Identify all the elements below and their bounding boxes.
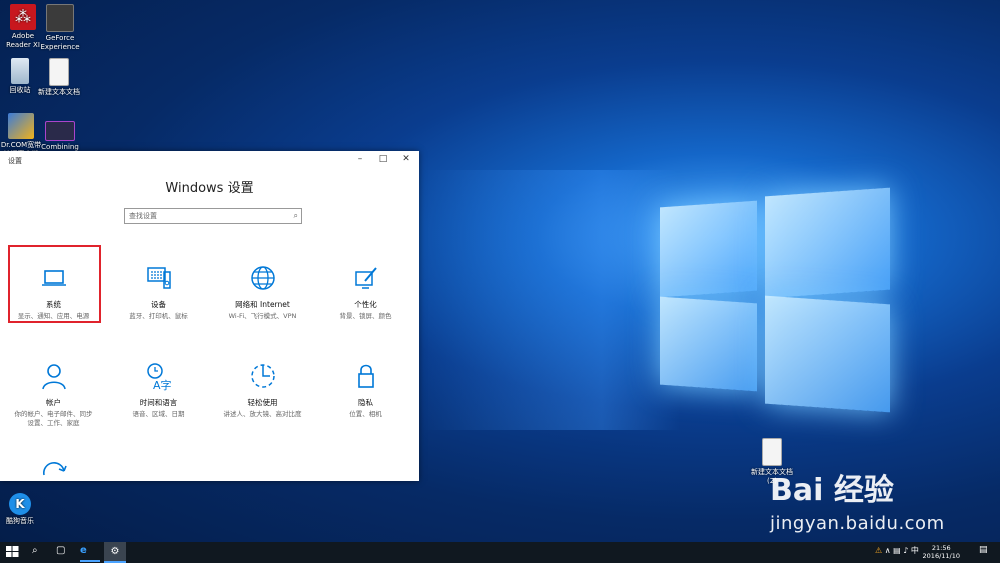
settings-taskbar-button[interactable]: ⚙ (104, 542, 126, 563)
chevron-up-icon: ∧ (884, 546, 891, 555)
page-title: Windows 设置 (165, 181, 254, 196)
desktop-icon-kugou[interactable]: K 酷狗音乐 (0, 493, 43, 526)
tray-icons[interactable]: ⚠ ∧ ▤ ♪ 中 (875, 545, 919, 560)
desktop-icon-label: 新建文本文档 (38, 88, 80, 96)
ime-icon: 中 (910, 546, 919, 555)
baidu-jingyan-watermark: Bai 经验 jingyan.baidu.com (770, 465, 945, 534)
tile-devices[interactable]: 设备 蓝牙、打印机、鼠标 (111, 263, 206, 321)
globe-icon (250, 266, 275, 290)
tile-name: 时间和语言 (139, 398, 178, 407)
keyboard-speaker-icon (146, 267, 171, 289)
clock-time: 21:56 (931, 544, 951, 552)
svg-text:A字: A字 (153, 378, 172, 391)
kugou-music-icon: K (9, 493, 31, 515)
volume-icon: ♪ (903, 546, 909, 555)
watermark-url: jingyan.baidu.com (770, 513, 945, 534)
person-icon (41, 364, 66, 390)
clock-date: 2016/11/10 (922, 552, 960, 560)
task-view-icon: ▢ (56, 545, 66, 556)
task-view-button[interactable]: ▢ (56, 545, 65, 560)
tile-desc: 背景、锁屏、颜色 (339, 312, 392, 320)
lock-icon (357, 364, 374, 388)
edge-taskbar-button[interactable]: e (80, 545, 100, 562)
tile-privacy[interactable]: 隐私 位置、相机 (318, 361, 413, 419)
tile-name: 个性化 (354, 300, 377, 309)
desktop-icon-label: GeForce Experience (40, 34, 80, 51)
recycle-bin-icon (11, 58, 29, 84)
clock-language-icon: A字 (146, 363, 172, 392)
highlight-box-system (8, 245, 101, 323)
tile-name: 轻松使用 (247, 398, 278, 407)
minimize-button[interactable]: – (349, 153, 371, 166)
window-title: 设置 (8, 157, 22, 165)
warning-icon: ⚠ (875, 546, 883, 555)
refresh-icon (42, 462, 67, 476)
maximize-button[interactable]: □ (372, 153, 394, 166)
tile-desc: 你的帐户、电子邮件、同步设置、工作、家庭 (14, 410, 93, 427)
search-taskbar-button[interactable]: ⌕ (32, 545, 38, 560)
tile-desc: 蓝牙、打印机、鼠标 (129, 312, 188, 320)
tile-personalization[interactable]: 个性化 背景、锁屏、颜色 (318, 263, 413, 321)
tile-name: 设备 (151, 300, 166, 309)
tile-name: 网络和 Internet (235, 300, 290, 309)
desktop-icon-geforce[interactable]: GeForce Experience (37, 4, 83, 52)
ease-of-access-icon (250, 364, 275, 388)
tile-update-security[interactable] (6, 457, 101, 481)
watermark-brand: Bai 经验 (770, 473, 894, 508)
geforce-icon (46, 4, 74, 32)
paintbrush-screen-icon (354, 267, 377, 289)
tile-desc: Wi-Fi、飞行模式、VPN (228, 312, 297, 320)
text-document-icon (762, 438, 782, 466)
desktop-icon-label: Adobe Reader XI (6, 32, 40, 49)
start-button[interactable] (6, 545, 19, 560)
tile-desc: 位置、相机 (349, 410, 382, 418)
notification-icon: ▤ (979, 545, 988, 555)
taskbar: ⌕ ▢ e ⚙ ⚠ ∧ ▤ ♪ 中 21:56 2016/11/10 ▤ (0, 542, 1000, 563)
wallpaper-light-beam (420, 170, 680, 430)
adobe-reader-icon: ⁂ (10, 4, 36, 30)
windows-start-icon (6, 546, 19, 557)
edge-icon: e (80, 545, 87, 556)
tile-accounts[interactable]: 帐户 你的帐户、电子邮件、同步设置、工作、家庭 (6, 361, 101, 428)
system-clock[interactable]: 21:56 2016/11/10 (923, 544, 960, 560)
tile-network[interactable]: 网络和 Internet Wi-Fi、飞行模式、VPN (215, 263, 310, 321)
tile-desc: 讲述人、放大镜、高对比度 (223, 410, 302, 418)
tile-desc: 语音、区域、日期 (132, 410, 185, 418)
tile-name: 隐私 (358, 398, 373, 407)
search-icon: ⌕ (32, 545, 38, 556)
desktop-icon-text-doc[interactable]: 新建文本文档 (36, 58, 82, 97)
network-icon: ▤ (893, 546, 901, 555)
tile-name: 帐户 (46, 398, 61, 407)
action-center-button[interactable]: ▤ (979, 545, 988, 560)
search-icon: ⌕ (293, 211, 298, 220)
desktop-icon-label: 酷狗音乐 (6, 517, 34, 525)
drcom-icon (8, 113, 34, 139)
close-button[interactable]: ✕ (395, 153, 417, 166)
window-titlebar[interactable]: 设置 – □ ✕ (0, 151, 419, 168)
tile-ease-of-access[interactable]: 轻松使用 讲述人、放大镜、高对比度 (215, 361, 310, 419)
desktop-icon-label: 回收站 (9, 86, 31, 94)
windows-logo-wallpaper (655, 182, 890, 413)
gear-icon: ⚙ (110, 546, 120, 557)
search-input[interactable]: 查找设置 ⌕ (124, 208, 302, 224)
combining-objects-icon (45, 121, 75, 141)
text-document-icon (49, 58, 69, 86)
tile-time-language[interactable]: A字 时间和语言 语音、区域、日期 (111, 361, 206, 419)
search-placeholder: 查找设置 (129, 212, 157, 220)
